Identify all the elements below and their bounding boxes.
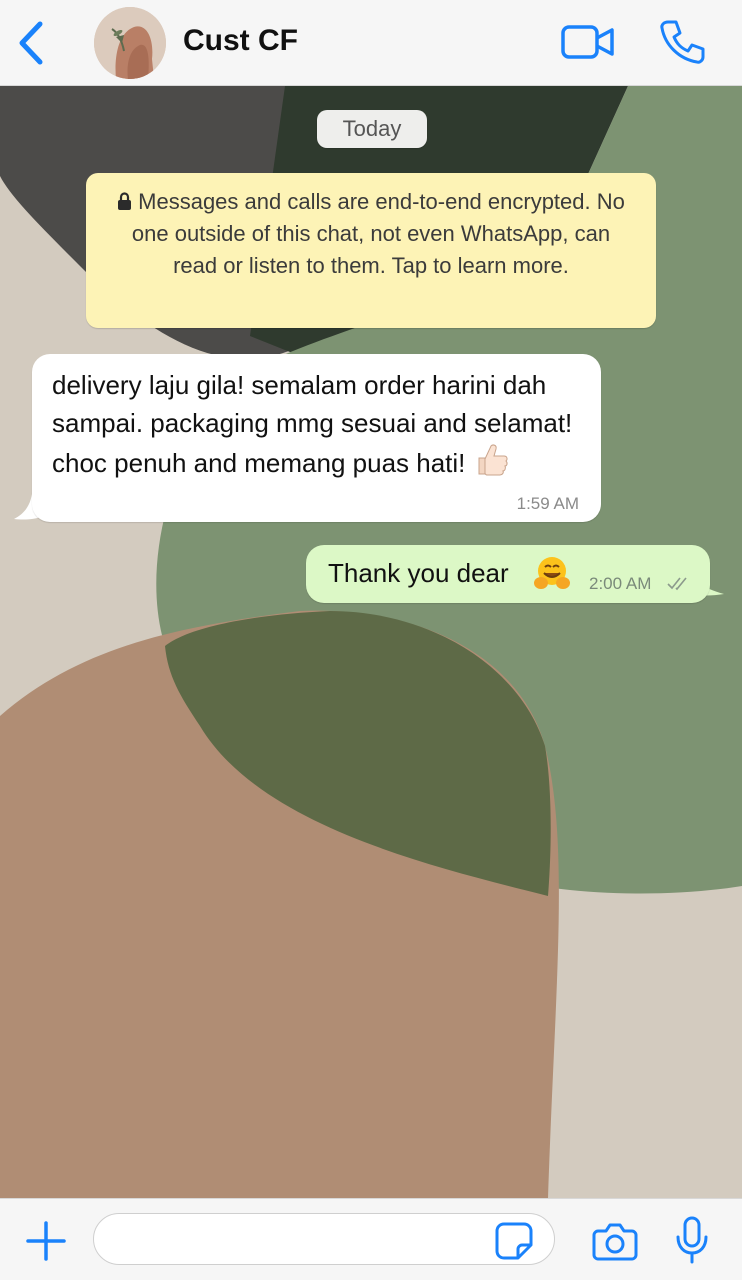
lock-icon <box>118 192 132 210</box>
sticker-icon <box>495 1222 533 1260</box>
message-input[interactable] <box>93 1213 555 1265</box>
voice-message-button[interactable] <box>674 1215 710 1265</box>
message-text: Thank you dear <box>328 558 509 588</box>
encryption-notice[interactable]: Messages and calls are end-to-end encryp… <box>86 173 656 328</box>
voice-call-button[interactable] <box>658 18 706 66</box>
date-separator: Today <box>317 110 427 148</box>
read-receipt-icon <box>667 577 687 591</box>
incoming-message[interactable]: delivery laju gila! semalam order harini… <box>32 354 601 522</box>
phone-icon <box>660 20 705 64</box>
message-input-bar <box>0 1198 742 1280</box>
video-call-button[interactable] <box>560 22 616 62</box>
thumbs-up-icon <box>473 442 509 488</box>
chat-header: Cust CF <box>0 0 742 86</box>
message-time: 2:00 AM <box>589 574 652 593</box>
attach-button[interactable] <box>24 1219 68 1263</box>
contact-name[interactable]: Cust CF <box>183 24 298 58</box>
back-button[interactable] <box>12 20 52 66</box>
hugging-face-icon <box>533 556 571 597</box>
camera-button[interactable] <box>592 1219 638 1263</box>
plus-icon <box>26 1221 66 1261</box>
camera-icon <box>592 1223 638 1261</box>
video-camera-icon <box>561 25 614 59</box>
sticker-button[interactable] <box>494 1221 534 1261</box>
chat-area[interactable]: Today Messages and calls are end-to-end … <box>0 86 742 1198</box>
encryption-notice-text: Messages and calls are end-to-end encryp… <box>131 189 625 278</box>
outgoing-message[interactable]: Thank you dear 2:00 AM <box>306 545 710 603</box>
contact-avatar[interactable] <box>94 7 166 79</box>
microphone-icon <box>676 1216 708 1264</box>
chevron-left-icon <box>19 21 43 65</box>
message-time: 1:59 AM <box>516 494 579 513</box>
